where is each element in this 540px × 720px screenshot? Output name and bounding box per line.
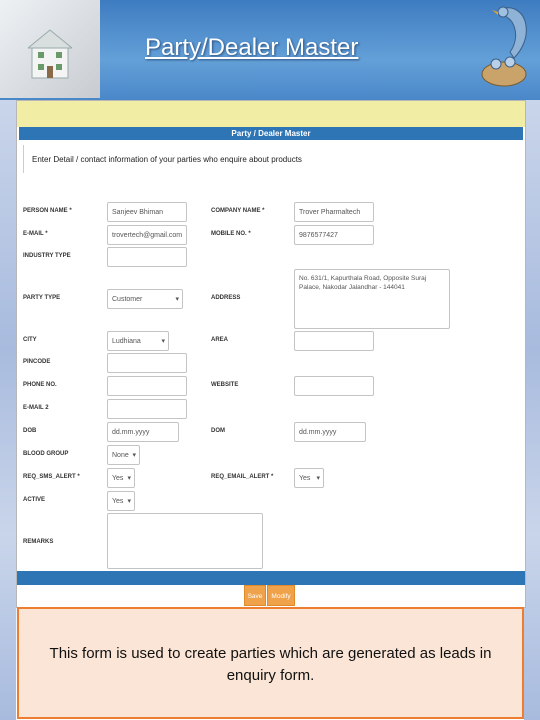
address-textarea[interactable]: No. 631/1, Kapurthala Road, Opposite Sur…	[294, 269, 450, 329]
sms-alert-select[interactable]: Yes	[107, 468, 135, 488]
party-type-label: PARTY TYPE	[23, 295, 61, 301]
area-label: AREA	[211, 337, 229, 343]
form-intro: Enter Detail / contact information of yo…	[23, 145, 519, 173]
website-label: WEBSITE	[211, 382, 239, 388]
form-panel: Party / Dealer Master Enter Detail / con…	[16, 100, 526, 608]
address-label: ADDRESS	[211, 295, 241, 301]
dob-label: DOB	[23, 428, 37, 434]
active-select[interactable]: Yes	[107, 491, 135, 511]
blood-group-select[interactable]: None	[107, 445, 140, 465]
company-name-input[interactable]: Trover Pharmaltech	[294, 202, 374, 222]
mobile-input[interactable]: 9876577427	[294, 225, 374, 245]
left-decoration	[0, 100, 16, 720]
right-decoration	[524, 100, 540, 720]
phone-input[interactable]	[107, 376, 187, 396]
email-alert-label: REQ_EMAIL_ALERT *	[211, 474, 274, 480]
industry-type-input[interactable]	[107, 247, 187, 267]
email-label: E-MAIL *	[23, 231, 48, 237]
dob-input[interactable]: dd.mm.yyyy	[107, 422, 179, 442]
bird-nest-icon	[481, 6, 527, 87]
sms-alert-label: REQ_SMS_ALERT *	[23, 474, 80, 480]
dom-label: DOM	[211, 428, 225, 434]
email-input[interactable]: trovertech@gmail.com	[107, 225, 187, 245]
person-name-label: PERSON NAME *	[23, 208, 72, 214]
remarks-textarea[interactable]	[107, 513, 263, 569]
industry-type-label: INDUSTRY TYPE	[23, 253, 71, 259]
company-name-label: COMPANY NAME *	[211, 208, 265, 214]
pincode-input[interactable]	[107, 353, 187, 373]
phone-label: PHONE NO.	[23, 382, 57, 388]
website-input[interactable]	[294, 376, 374, 396]
person-name-input[interactable]: Sanjeev Bhiman	[107, 202, 187, 222]
city-select[interactable]: Ludhiana	[107, 331, 169, 351]
email2-label: E-MAIL 2	[23, 405, 49, 411]
mobile-label: MOBILE NO. *	[211, 231, 251, 237]
pincode-label: PINCODE	[23, 359, 51, 365]
blood-group-label: BLOOD GROUP	[23, 451, 69, 457]
area-input[interactable]	[294, 331, 374, 351]
email2-input[interactable]	[107, 399, 187, 419]
panel-top-strip	[17, 101, 525, 127]
remarks-label: REMARKS	[23, 539, 54, 545]
email-alert-select[interactable]: Yes	[294, 468, 324, 488]
slide-header: Party/Dealer Master	[0, 0, 540, 100]
slide-title: Party/Dealer Master	[145, 34, 359, 61]
city-label: CITY	[23, 337, 37, 343]
modify-button[interactable]: Modify	[267, 585, 295, 606]
form-footer-bar	[17, 571, 525, 585]
hands-house-image	[0, 0, 100, 98]
active-label: ACTIVE	[23, 497, 46, 503]
save-button[interactable]: Save	[244, 585, 266, 606]
party-type-select[interactable]: Customer	[107, 289, 183, 309]
house-icon	[28, 29, 72, 79]
dom-input[interactable]: dd.mm.yyyy	[294, 422, 366, 442]
slide-description: This form is used to create parties whic…	[17, 607, 524, 719]
form-title: Party / Dealer Master	[19, 127, 523, 140]
